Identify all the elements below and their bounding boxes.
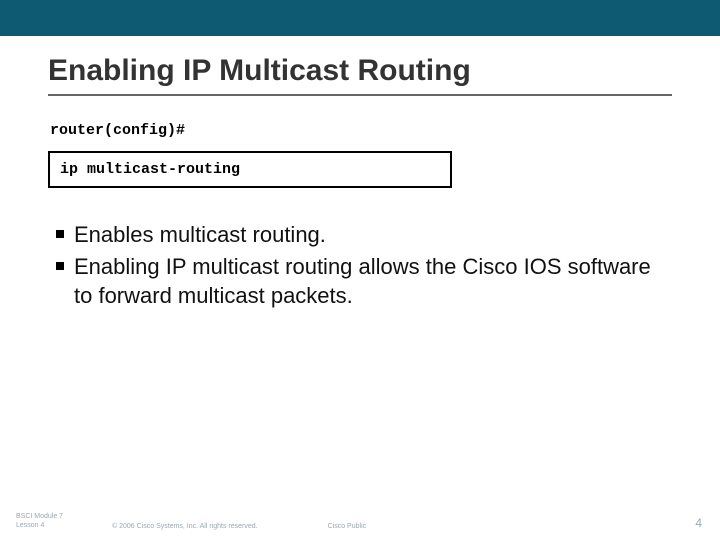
footer-copyright: © 2006 Cisco Systems, Inc. All rights re… [112, 523, 258, 530]
command-text: ip multicast-routing [60, 161, 240, 178]
slide-content: Enabling IP Multicast Routing router(con… [0, 36, 720, 311]
bullet-list: Enables multicast routing. Enabling IP m… [52, 220, 672, 311]
header-bar [0, 0, 720, 36]
config-prompt: router(config)# [50, 122, 672, 139]
bullet-item: Enabling IP multicast routing allows the… [52, 252, 672, 311]
footer-cisco-public: Cisco Public [258, 523, 367, 530]
title-underline [48, 94, 672, 96]
footer: BSCI Module 7 Lesson 4 © 2006 Cisco Syst… [0, 513, 720, 530]
footer-page-number: 4 [695, 516, 720, 530]
command-box: ip multicast-routing [48, 151, 452, 188]
footer-lesson-line2: Lesson 4 [16, 522, 112, 530]
footer-lesson-line1: BSCI Module 7 [16, 513, 112, 521]
slide-title: Enabling IP Multicast Routing [48, 54, 672, 88]
bullet-item: Enables multicast routing. [52, 220, 672, 250]
footer-lesson: BSCI Module 7 Lesson 4 [0, 513, 112, 530]
